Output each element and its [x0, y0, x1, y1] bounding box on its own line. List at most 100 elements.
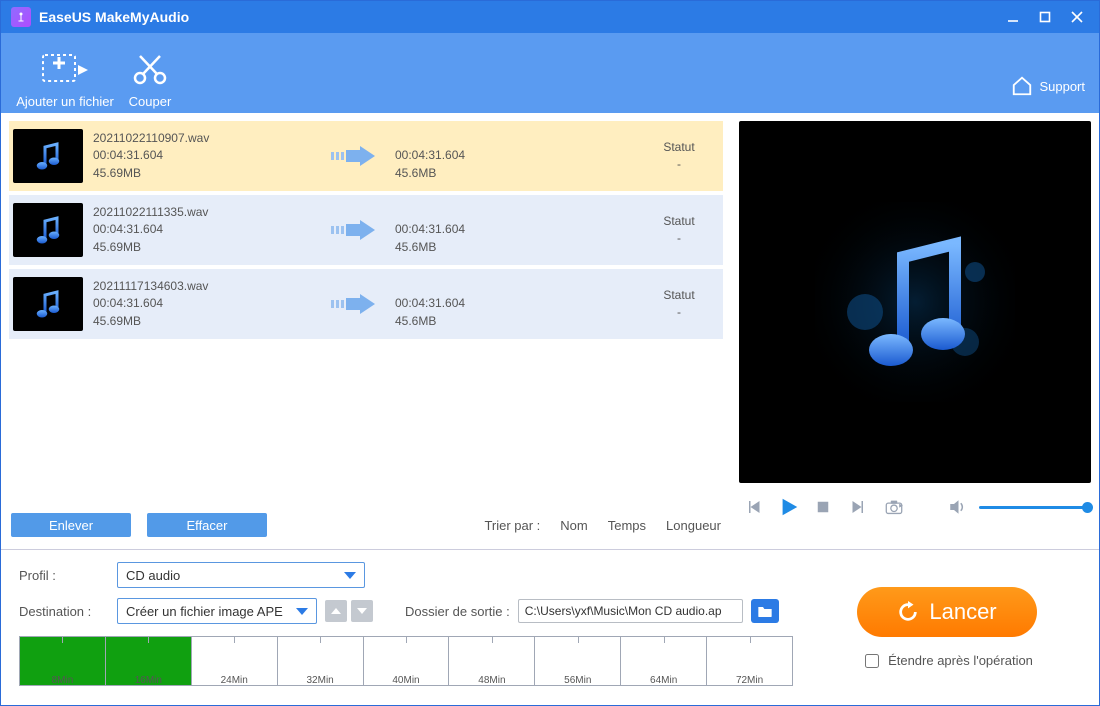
chevron-down-icon — [344, 572, 356, 579]
minimize-button[interactable] — [997, 3, 1029, 31]
status-box: Statut- — [649, 213, 709, 248]
timeline-cell: 16Min — [106, 637, 192, 685]
timeline-tick: 72Min — [707, 675, 792, 686]
destination-select[interactable]: Créer un fichier image APE — [117, 598, 317, 624]
browse-folder-button[interactable] — [751, 599, 779, 623]
output-duration: 00:04:31.604 — [395, 295, 649, 312]
destination-label: Destination : — [19, 604, 109, 619]
shutdown-checkbox-input[interactable] — [865, 654, 879, 668]
app-window: EaseUS MakeMyAudio Ajouter un fichier — [0, 0, 1100, 706]
preview-panel — [731, 113, 1099, 549]
output-settings: Profil : CD audio Destination : Créer un… — [19, 562, 793, 695]
add-file-button[interactable]: Ajouter un fichier — [15, 50, 115, 109]
shutdown-checkbox[interactable]: Étendre après l'opération — [861, 651, 1033, 671]
timeline-tick: 40Min — [364, 675, 449, 686]
titlebar: EaseUS MakeMyAudio — [1, 1, 1099, 33]
toolbar: Ajouter un fichier Couper Support — [1, 33, 1099, 113]
sort-by-name[interactable]: Nom — [560, 518, 587, 533]
convert-arrow-icon — [323, 144, 383, 168]
sort-bar: Trier par : Nom Temps Longueur — [283, 518, 721, 533]
preview-canvas — [739, 121, 1091, 483]
file-row[interactable]: 20211117134603.wav00:04:31.60445.69MB 00… — [9, 269, 723, 339]
timeline-tick: 8Min — [20, 675, 105, 686]
output-info: 00:04:31.60445.6MB — [383, 278, 649, 330]
music-note-icon — [815, 202, 1015, 402]
remove-button[interactable]: Enlever — [11, 513, 131, 537]
prev-button[interactable] — [743, 495, 767, 519]
scissors-icon — [132, 50, 168, 88]
source-info: 20211117134603.wav00:04:31.60445.69MB — [93, 278, 323, 330]
file-name: 20211022110907.wav — [93, 130, 323, 147]
timeline-cell: 48Min — [449, 637, 535, 685]
launch-panel: Lancer Étendre après l'opération — [813, 562, 1081, 695]
app-title: EaseUS MakeMyAudio — [39, 9, 189, 25]
output-info: 00:04:31.60445.6MB — [383, 204, 649, 256]
bottom-panel: Profil : CD audio Destination : Créer un… — [1, 550, 1099, 705]
launch-label: Lancer — [929, 599, 996, 625]
app-logo-icon — [11, 7, 31, 27]
cut-button[interactable]: Couper — [115, 50, 185, 109]
file-size: 45.69MB — [93, 313, 323, 330]
output-info: 00:04:31.60445.6MB — [383, 130, 649, 182]
file-name: 20211117134603.wav — [93, 278, 323, 295]
film-add-icon — [42, 50, 88, 88]
launch-button[interactable]: Lancer — [857, 587, 1037, 637]
timeline-cell: 56Min — [535, 637, 621, 685]
output-folder-input[interactable] — [518, 599, 743, 623]
timeline-tick: 32Min — [278, 675, 363, 686]
sort-by-length[interactable]: Longueur — [666, 518, 721, 533]
folder-icon — [757, 604, 773, 618]
file-duration: 00:04:31.604 — [93, 147, 323, 164]
output-size: 45.6MB — [395, 165, 649, 182]
status-value: - — [649, 230, 709, 247]
file-thumbnail — [13, 129, 83, 183]
support-button[interactable]: Support — [1011, 75, 1085, 109]
play-button[interactable] — [777, 495, 801, 519]
support-label: Support — [1039, 79, 1085, 94]
clear-button[interactable]: Effacer — [147, 513, 267, 537]
timeline-tick: 16Min — [106, 675, 191, 686]
file-name: 20211022111335.wav — [93, 204, 323, 221]
output-duration: 00:04:31.604 — [395, 147, 649, 164]
file-list-panel: 20211022110907.wav00:04:31.60445.69MB 00… — [1, 113, 731, 549]
cd-timeline: 8Min16Min24Min32Min40Min48Min56Min64Min7… — [19, 636, 793, 686]
status-value: - — [649, 156, 709, 173]
maximize-button[interactable] — [1029, 3, 1061, 31]
add-file-label: Ajouter un fichier — [16, 94, 114, 109]
volume-icon[interactable] — [945, 495, 969, 519]
sort-by-time[interactable]: Temps — [608, 518, 646, 533]
timeline-tick: 48Min — [449, 675, 534, 686]
cut-label: Couper — [129, 94, 172, 109]
volume-slider[interactable] — [979, 506, 1087, 509]
output-folder-label: Dossier de sortie : — [405, 604, 510, 619]
status-label: Statut — [649, 287, 709, 304]
stop-button[interactable] — [811, 495, 835, 519]
output-size: 45.6MB — [395, 313, 649, 330]
timeline-cell: 8Min — [20, 637, 106, 685]
move-down-button[interactable] — [351, 600, 373, 622]
player-controls — [739, 483, 1091, 531]
close-button[interactable] — [1061, 3, 1093, 31]
file-thumbnail — [13, 277, 83, 331]
file-list-actions: Enlever Effacer Trier par : Nom Temps Lo… — [9, 513, 723, 537]
profile-select[interactable]: CD audio — [117, 562, 365, 588]
file-row[interactable]: 20211022110907.wav00:04:31.60445.69MB 00… — [9, 121, 723, 191]
status-box: Statut- — [649, 287, 709, 322]
status-box: Statut- — [649, 139, 709, 174]
source-info: 20211022111335.wav00:04:31.60445.69MB — [93, 204, 323, 256]
move-up-button[interactable] — [325, 600, 347, 622]
timeline-cell: 24Min — [192, 637, 278, 685]
timeline-tick: 56Min — [535, 675, 620, 686]
file-duration: 00:04:31.604 — [93, 221, 323, 238]
file-row[interactable]: 20211022111335.wav00:04:31.60445.69MB 00… — [9, 195, 723, 265]
status-label: Statut — [649, 213, 709, 230]
next-button[interactable] — [845, 495, 869, 519]
file-size: 45.69MB — [93, 239, 323, 256]
timeline-cell: 40Min — [364, 637, 450, 685]
chevron-down-icon — [296, 608, 308, 615]
snapshot-button[interactable] — [879, 495, 909, 519]
file-size: 45.69MB — [93, 165, 323, 182]
status-label: Statut — [649, 139, 709, 156]
timeline-cell: 32Min — [278, 637, 364, 685]
profile-value: CD audio — [126, 568, 180, 583]
